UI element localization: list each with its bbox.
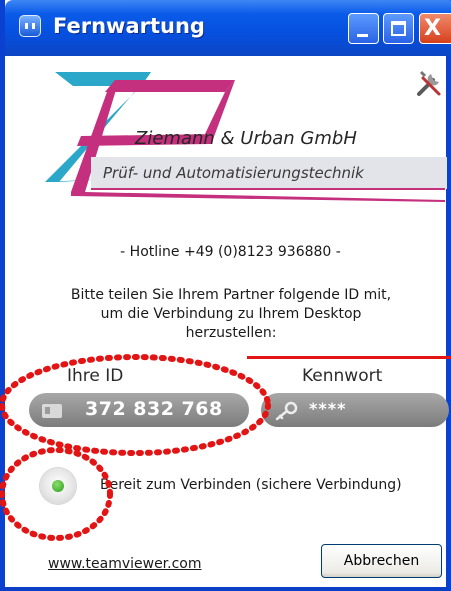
instruction-line: Bitte teilen Sie Ihrem Partner folgende … [70,287,392,303]
teamviewer-link[interactable]: www.teamviewer.com [48,556,202,572]
your-id-label: Ihre ID [67,366,124,386]
close-button[interactable]: X [419,13,451,44]
company-name: Ziemann & Urban GmbH [135,128,357,149]
maximize-icon [391,21,406,36]
app-window: Fernwartung X Ziemann & Urban GmbH Prüf-… [0,0,451,591]
cancel-button[interactable]: Abbrechen [321,544,442,578]
window-title: Fernwartung [53,14,205,38]
status-indicator-icon [40,468,76,504]
minimize-icon [357,34,368,37]
instruction-line: um die Verbindung zu Ihrem Desktop [100,306,362,322]
id-field[interactable]: 372 832 768 [29,393,249,427]
key-icon [275,401,298,421]
company-subtitle: Prüf- und Automatisierungstechnik [103,164,364,182]
instruction-text: Bitte teilen Sie Ihrem Partner folgende … [51,286,411,343]
maximize-button[interactable] [383,13,414,44]
id-card-icon [42,404,62,418]
teamviewer-app-icon [19,15,41,37]
tools-icon[interactable] [415,68,445,98]
status-text: Bereit zum Verbinden (sichere Verbindung… [100,477,402,493]
hotline-text: - Hotline +49 (0)8123 936880 - [120,244,341,260]
id-value[interactable]: 372 832 768 [85,398,223,420]
minimize-button[interactable] [348,13,379,44]
divider-line [247,356,451,359]
password-value[interactable]: **** [309,399,346,418]
title-bar[interactable]: Fernwartung X [5,0,451,56]
close-icon: X [424,16,441,41]
password-label: Kennwort [302,366,383,386]
password-field[interactable]: **** [261,393,449,427]
instruction-line: herzustellen: [185,325,277,341]
